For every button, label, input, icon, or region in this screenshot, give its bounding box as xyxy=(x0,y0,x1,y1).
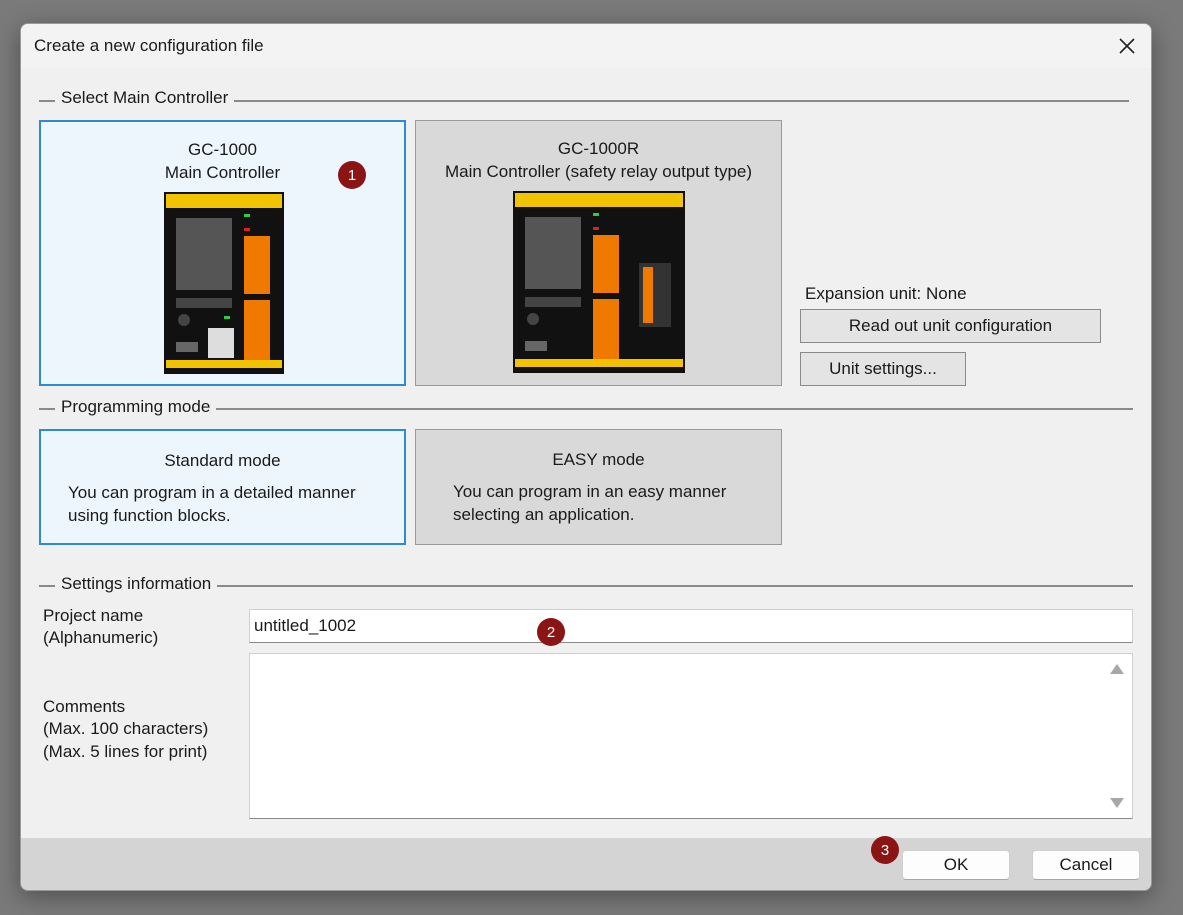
unit-settings-button[interactable]: Unit settings... xyxy=(800,352,966,386)
controller-card-gc1000[interactable]: GC-1000 Main Controller xyxy=(39,120,406,386)
dialog-title: Create a new configuration file xyxy=(34,36,264,55)
mode-description-line1: You can program in a detailed manner xyxy=(68,483,356,502)
controller-card-gc1000r[interactable]: GC-1000R Main Controller (safety relay o… xyxy=(415,120,782,386)
mode-description-line1: You can program in an easy manner xyxy=(453,482,727,501)
mode-description-line2: using function blocks. xyxy=(68,506,231,525)
mode-card-easy[interactable]: EASY mode You can program in an easy man… xyxy=(415,429,782,545)
controller-device-image xyxy=(513,191,685,373)
ok-button[interactable]: OK xyxy=(902,850,1010,880)
mode-name: Standard mode xyxy=(164,451,281,470)
mode-description-line2: selecting an application. xyxy=(453,505,635,524)
comments-max-lines-hint: (Max. 5 lines for print) xyxy=(43,742,208,761)
section-label-controller: Select Main Controller xyxy=(55,88,235,108)
callout-marker-3: 3 xyxy=(871,836,899,864)
close-icon xyxy=(1119,38,1135,54)
callout-marker-2: 2 xyxy=(537,618,565,646)
comments-textarea[interactable] xyxy=(249,653,1133,819)
project-name-hint: (Alphanumeric) xyxy=(43,628,159,647)
expansion-unit-status: Expansion unit: None xyxy=(805,284,967,303)
section-label-mode: Programming mode xyxy=(55,397,217,417)
close-button[interactable] xyxy=(1103,24,1151,68)
comments-max-chars-hint: (Max. 100 characters) xyxy=(43,719,209,738)
title-bar: Create a new configuration file xyxy=(21,24,1151,68)
read-configuration-button[interactable]: Read out unit configuration xyxy=(800,309,1101,343)
configuration-dialog: Create a new configuration file Select M… xyxy=(20,23,1152,891)
scroll-down-arrow-icon[interactable] xyxy=(1110,798,1124,808)
project-name-label: Project name xyxy=(43,606,144,625)
dialog-footer: OK Cancel xyxy=(21,838,1151,890)
controller-desc: Main Controller (safety relay output typ… xyxy=(444,162,753,181)
section-label-settings: Settings information xyxy=(55,574,218,594)
project-name-input[interactable]: untitled_1002 xyxy=(249,609,1133,643)
controller-device-image xyxy=(164,192,284,374)
cancel-button[interactable]: Cancel xyxy=(1032,850,1140,880)
mode-card-standard[interactable]: Standard mode You can program in a detai… xyxy=(39,429,406,545)
mode-name: EASY mode xyxy=(552,450,645,469)
comments-label: Comments xyxy=(43,697,126,716)
controller-model: GC-1000 xyxy=(188,140,257,159)
scroll-up-arrow-icon[interactable] xyxy=(1110,664,1124,674)
callout-marker-1: 1 xyxy=(338,161,366,189)
controller-model: GC-1000R xyxy=(557,139,640,158)
